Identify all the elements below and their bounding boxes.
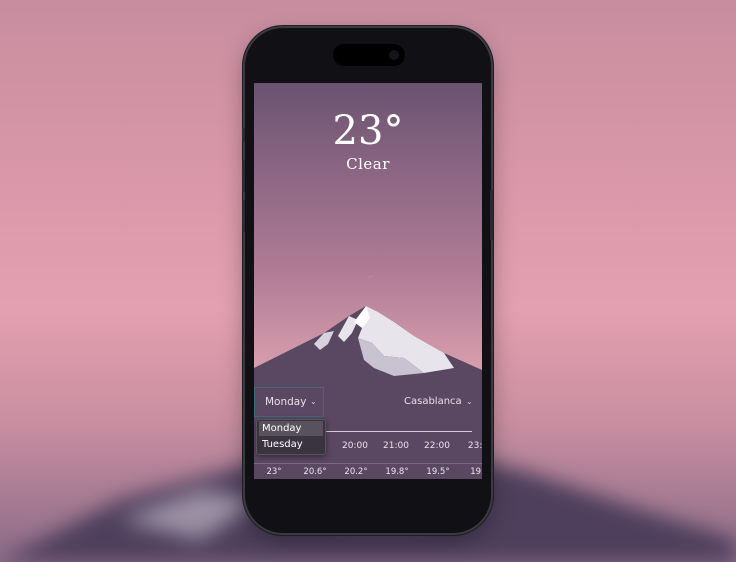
current-temperature: 23° <box>332 108 404 154</box>
chevron-down-icon: ⌄ <box>310 397 317 406</box>
crescent-moon-icon <box>358 256 378 278</box>
day-option-monday[interactable]: Monday <box>259 421 323 436</box>
hour-temp: 20.2° <box>344 467 368 477</box>
day-option-tuesday[interactable]: Tuesday <box>259 437 323 452</box>
hour-temp: 19.8° <box>385 467 409 477</box>
volume-down-button <box>242 200 245 232</box>
day-select-value: Monday <box>265 396 307 408</box>
hour-label: 23:0 <box>467 441 482 451</box>
hourly-temps: 23° 20.6° 20.2° 19.8° 19.5° 19. <box>254 463 482 479</box>
volume-up-button <box>242 160 245 192</box>
dynamic-island <box>333 44 405 66</box>
hour-temp: 19.5° <box>426 467 450 477</box>
hour-temp: 23° <box>266 467 282 477</box>
hour-temp: 19. <box>470 467 482 477</box>
city-select[interactable]: Casablanca ⌄ <box>404 387 480 417</box>
chevron-down-icon: ⌄ <box>466 397 473 406</box>
camera-lens <box>389 50 399 60</box>
weather-condition: Clear <box>346 155 390 173</box>
day-dropdown-menu: Monday Tuesday <box>256 419 326 455</box>
hour-label: 22:00 <box>424 441 450 451</box>
hour-temp: 20.6° <box>303 467 327 477</box>
mountain-illustration <box>254 306 482 388</box>
hour-label: 21:00 <box>383 441 409 451</box>
chart-divider <box>324 431 472 432</box>
power-button <box>490 190 493 240</box>
city-select-value: Casablanca <box>404 396 462 407</box>
day-select[interactable]: Monday ⌄ <box>254 387 324 417</box>
action-button <box>242 128 245 142</box>
hour-label: 20:00 <box>342 441 368 451</box>
